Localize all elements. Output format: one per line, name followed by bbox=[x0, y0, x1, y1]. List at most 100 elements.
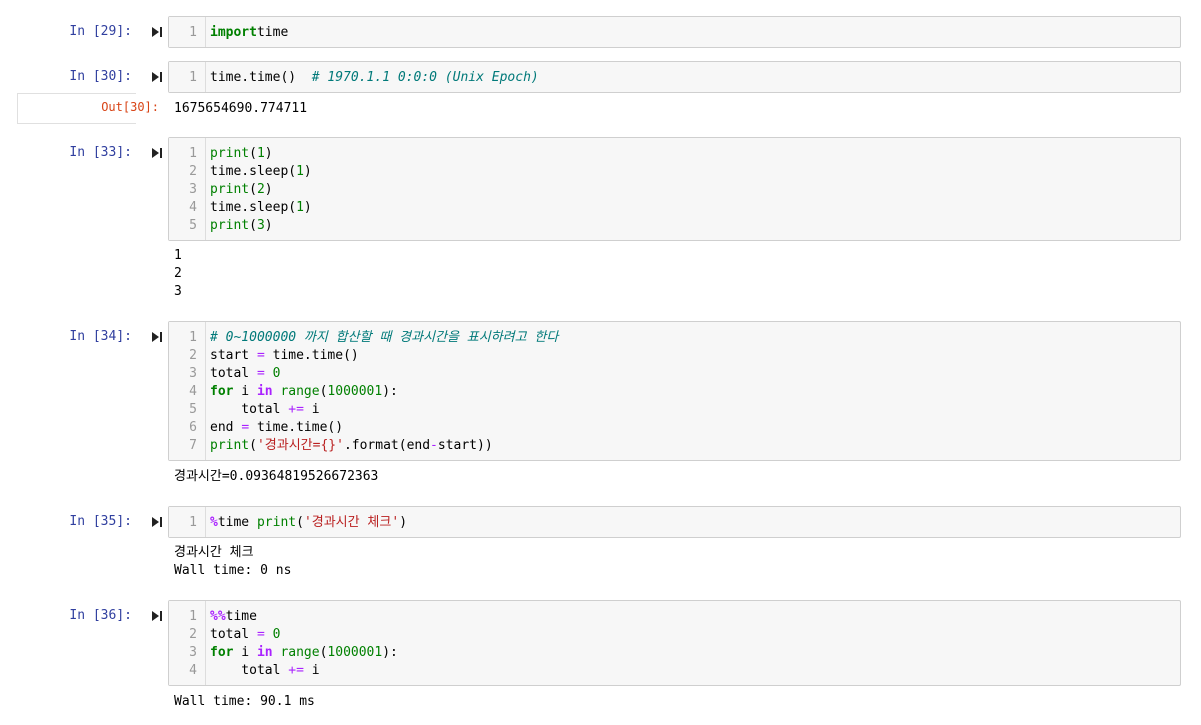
code-token: ( bbox=[249, 438, 257, 453]
input-prompt: In [30]: bbox=[69, 69, 132, 84]
line-number: 4 bbox=[189, 384, 197, 399]
code-cell[interactable]: 1 importtime bbox=[168, 16, 1181, 48]
line-number: 7 bbox=[189, 438, 197, 453]
code-text: for i in range(1000001): bbox=[210, 644, 398, 662]
code-token: ) bbox=[264, 146, 273, 161]
code-token: i bbox=[303, 663, 320, 678]
code-line: 4 time.sleep(1) bbox=[169, 199, 1180, 217]
code-line: 5 print(3) bbox=[169, 217, 1180, 235]
code-token: # 1970.1.1 0:0:0 (Unix Epoch) bbox=[311, 70, 539, 85]
code-token: ) bbox=[399, 515, 408, 530]
code-text: time.sleep(1) bbox=[210, 199, 312, 217]
step-forward-icon bbox=[152, 332, 162, 342]
code-cell[interactable]: 1 print(1) 2 time.sleep(1) 3 print(2) 4 time.sl… bbox=[168, 137, 1181, 241]
code-cell[interactable]: 1 # 0~1000000 까지 합산할 때 경과시간을 표시하려고 한다 2 sta… bbox=[168, 321, 1181, 461]
code-line: 1 print(1) bbox=[169, 145, 1180, 163]
line-number: 2 bbox=[189, 164, 197, 179]
code-line: 3 print(2) bbox=[169, 181, 1180, 199]
code-token: in bbox=[256, 384, 273, 399]
code-token: time bbox=[217, 515, 257, 530]
line-number: 4 bbox=[189, 663, 197, 678]
code-token: total bbox=[210, 402, 289, 417]
code-token: - bbox=[430, 438, 438, 453]
run-cell-button[interactable] bbox=[150, 609, 164, 623]
line-number: 3 bbox=[189, 182, 197, 197]
code-line: 1 time.time() # 1970.1.1 0:0:0 (Unix Epoc… bbox=[169, 69, 1180, 87]
code-text: print(2) bbox=[210, 181, 273, 199]
run-cell-button[interactable] bbox=[150, 70, 164, 84]
code-text: total = 0 bbox=[210, 626, 280, 644]
code-token: = bbox=[256, 348, 265, 363]
code-cell[interactable]: 1 %time print('경과시간 체크') bbox=[168, 506, 1181, 538]
run-cell-button[interactable] bbox=[150, 25, 164, 39]
line-number: 1 bbox=[189, 330, 197, 345]
code-token: = bbox=[256, 366, 265, 381]
code-token: ( bbox=[249, 182, 257, 197]
code-token: 1000001 bbox=[327, 384, 383, 399]
code-token: time.sleep( bbox=[210, 164, 297, 179]
code-token: start)) bbox=[437, 438, 493, 453]
line-number: 5 bbox=[189, 218, 197, 233]
code-token: in bbox=[256, 645, 273, 660]
code-cell[interactable]: 1 %%time 2 total = 0 3 for i in range(1000001… bbox=[168, 600, 1181, 686]
step-forward-icon bbox=[152, 27, 162, 37]
line-number: 1 bbox=[189, 70, 197, 85]
output-text: Wall time: 90.1 ms bbox=[174, 694, 315, 709]
input-prompt: In [35]: bbox=[69, 514, 132, 529]
run-cell-button[interactable] bbox=[150, 146, 164, 160]
line-number: 1 bbox=[189, 609, 197, 624]
code-token: time.time() bbox=[210, 70, 312, 85]
code-token: for bbox=[210, 384, 234, 399]
code-line: 4 total += i bbox=[169, 662, 1180, 680]
step-forward-icon bbox=[152, 517, 162, 527]
code-token: print bbox=[210, 218, 250, 233]
code-token: %% bbox=[210, 609, 226, 624]
code-token: range bbox=[280, 645, 320, 660]
output-text: 경과시간 체크 bbox=[174, 545, 254, 560]
run-cell-button[interactable] bbox=[150, 330, 164, 344]
code-token: ( bbox=[249, 146, 257, 161]
code-line: 4 for i in range(1000001): bbox=[169, 383, 1180, 401]
code-line: 2 start = time.time() bbox=[169, 347, 1180, 365]
line-number: 1 bbox=[189, 515, 197, 530]
code-token: time bbox=[256, 25, 289, 40]
code-cell[interactable]: 1 time.time() # 1970.1.1 0:0:0 (Unix Epoc… bbox=[168, 61, 1181, 93]
code-text: print('경과시간={}'.format(end-start)) bbox=[210, 437, 493, 455]
code-text: %time print('경과시간 체크') bbox=[210, 514, 407, 532]
code-token: ): bbox=[382, 384, 398, 399]
code-token: import bbox=[210, 25, 257, 40]
output-text: 2 bbox=[174, 266, 182, 281]
code-text: total += i bbox=[210, 662, 320, 680]
code-token: ) bbox=[303, 164, 312, 179]
code-text: end = time.time() bbox=[210, 419, 343, 437]
code-token: total bbox=[210, 627, 257, 642]
code-token: += bbox=[288, 663, 304, 678]
code-token: print bbox=[210, 182, 250, 197]
run-cell-button[interactable] bbox=[150, 515, 164, 529]
code-line: 3 total = 0 bbox=[169, 365, 1180, 383]
step-forward-icon bbox=[152, 72, 162, 82]
code-token: ): bbox=[382, 645, 398, 660]
code-line: 1 %%time bbox=[169, 608, 1180, 626]
code-token: 2 bbox=[256, 182, 265, 197]
line-number: 3 bbox=[189, 366, 197, 381]
code-token: total bbox=[210, 366, 257, 381]
code-token: i bbox=[233, 645, 257, 660]
code-token: i bbox=[303, 402, 320, 417]
code-token: time.time() bbox=[264, 348, 359, 363]
code-token: i bbox=[233, 384, 257, 399]
line-number: 5 bbox=[189, 402, 197, 417]
code-token: start bbox=[210, 348, 257, 363]
code-token: # 0~1000000 까지 합산할 때 경과시간을 표시하려고 한다 bbox=[210, 330, 559, 345]
line-number: 2 bbox=[189, 627, 197, 642]
output-text: Wall time: 0 ns bbox=[174, 563, 292, 578]
code-token: '경과시간 체크' bbox=[303, 515, 400, 530]
code-line: 7 print('경과시간={}'.format(end-start)) bbox=[169, 437, 1180, 455]
step-forward-icon bbox=[152, 611, 162, 621]
input-prompt: In [34]: bbox=[69, 329, 132, 344]
code-token: 1000001 bbox=[327, 645, 383, 660]
line-number: 2 bbox=[189, 348, 197, 363]
code-text: # 0~1000000 까지 합산할 때 경과시간을 표시하려고 한다 bbox=[210, 329, 558, 347]
